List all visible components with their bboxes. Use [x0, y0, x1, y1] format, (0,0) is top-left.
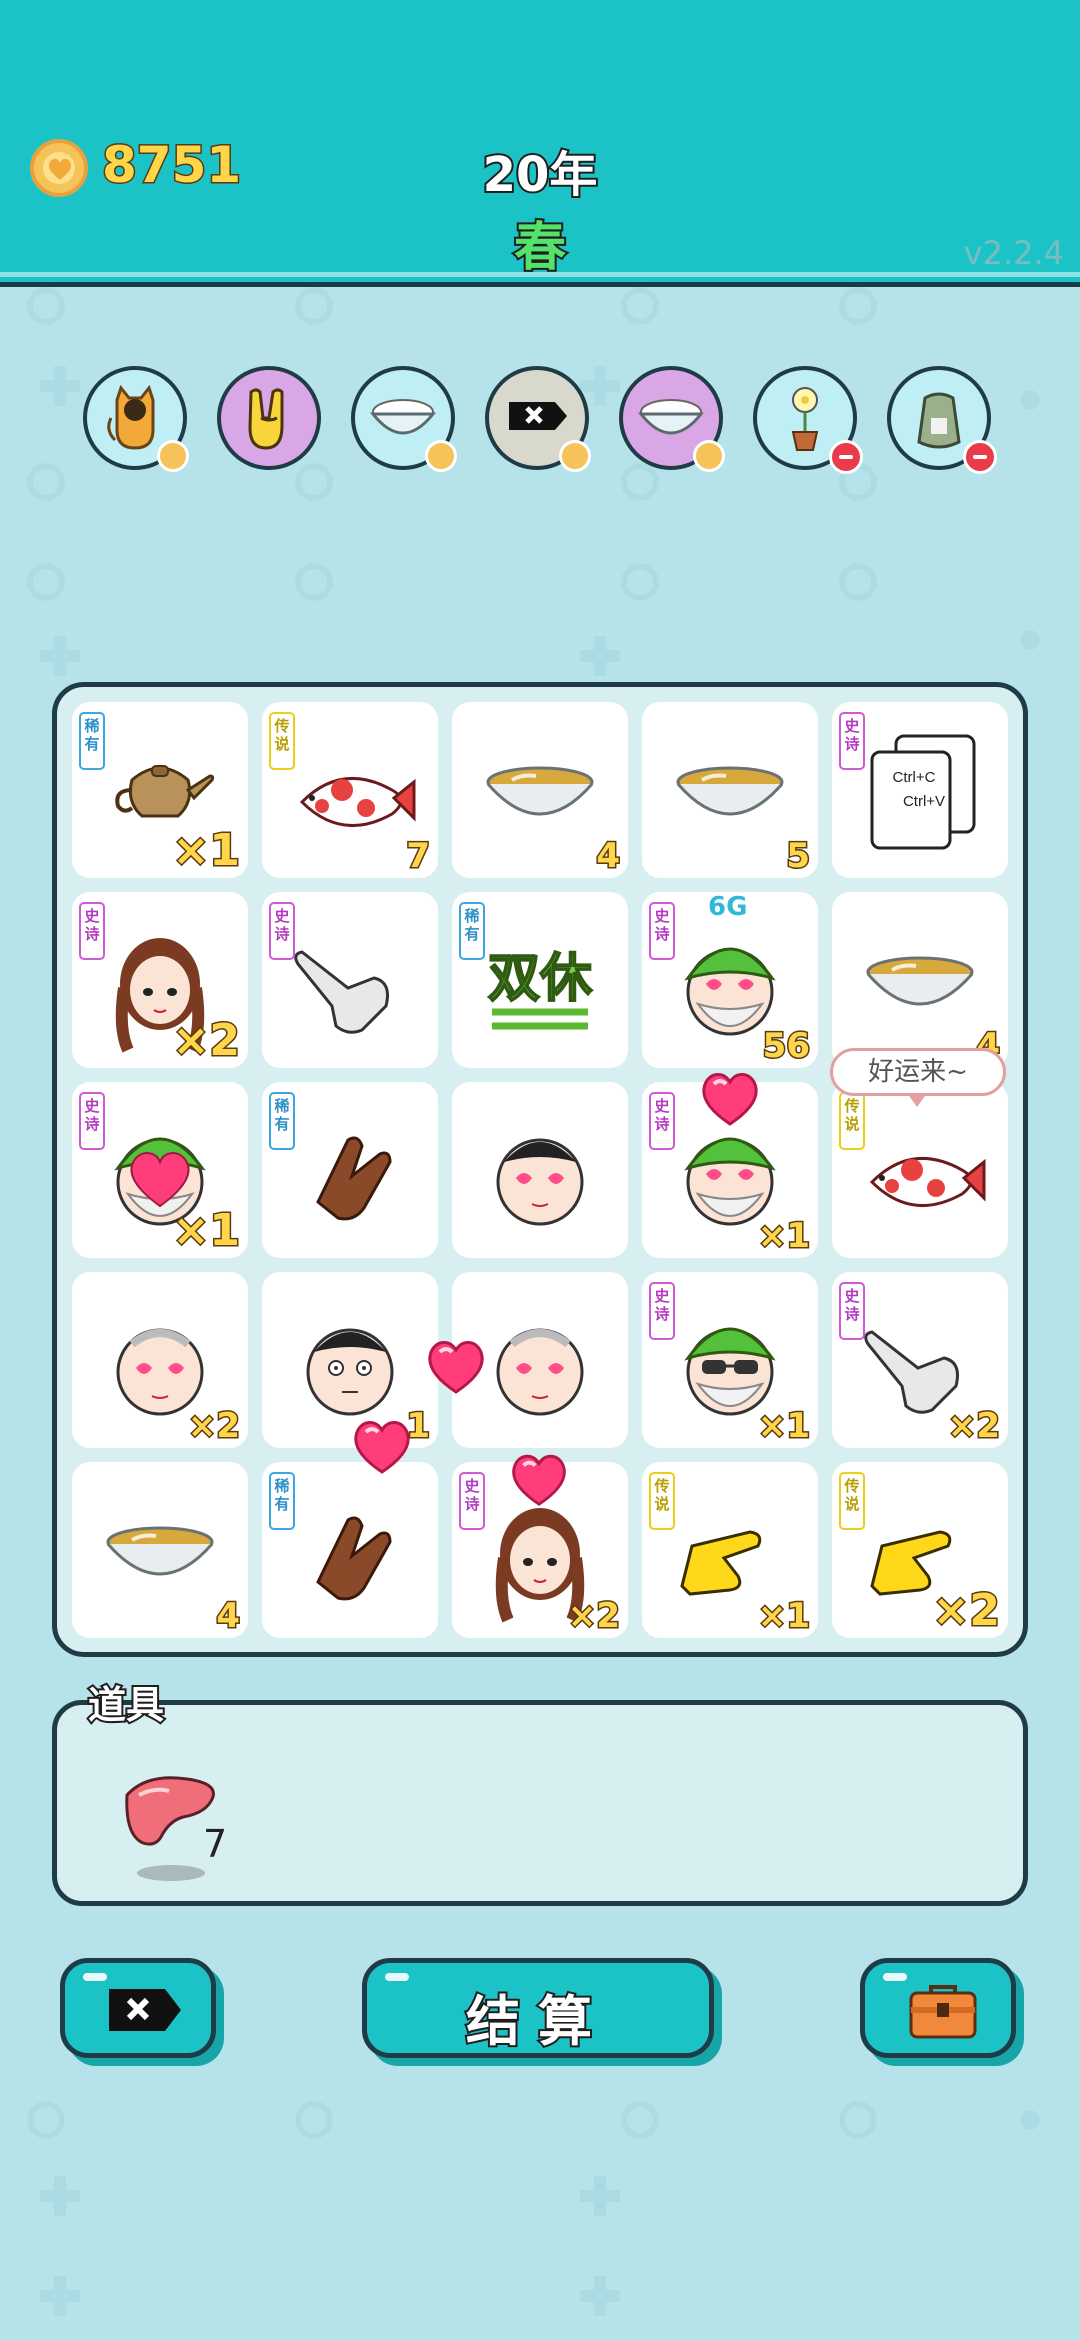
year-label: 20年: [481, 145, 600, 205]
rarity-tag: 稀 有: [79, 712, 105, 770]
item-count: ×1: [171, 824, 242, 878]
board-cell-tea-bowl[interactable]: 4: [452, 702, 628, 878]
version-label: v2.2.4: [963, 234, 1064, 272]
rarity-tag: 传 说: [649, 1472, 675, 1530]
heart-badge-icon: [693, 440, 725, 472]
board-cell-gray-hand-point[interactable]: 史 诗 ×2: [832, 1272, 1008, 1448]
board-cell-green-hat-sunglasses[interactable]: 史 诗 ×1: [642, 1272, 818, 1448]
bald-man-icon: [496, 1138, 584, 1226]
item-count: ×2: [946, 1405, 1001, 1448]
heart-badge-icon: [157, 440, 189, 472]
season-label: 春: [512, 216, 568, 280]
top-item-rice-sack[interactable]: [887, 366, 997, 474]
items-panel: [52, 1700, 1028, 1906]
board-cell-tea-bowl[interactable]: 4: [72, 1462, 248, 1638]
board-cell-brown-hand[interactable]: 稀 有: [262, 1082, 438, 1258]
ctrl-c-label: Ctrl+C: [893, 769, 936, 786]
board-cell-teapot[interactable]: 稀 有 ×1: [72, 702, 248, 878]
item-count: ×1: [756, 1405, 811, 1448]
rock-hand-icon: [248, 388, 284, 450]
tech-label: 6G: [708, 892, 748, 922]
item-count: ×1: [171, 1204, 242, 1258]
top-bar: 8751 20年 春 v2.2.4: [0, 0, 1080, 287]
board-cell-old-man[interactable]: ×2: [72, 1272, 248, 1448]
rarity-tag: 史 诗: [459, 1472, 485, 1530]
top-item-rice-bowl-2[interactable]: [619, 366, 725, 472]
remove-button[interactable]: [60, 1958, 216, 2058]
board-cell-girl-braids[interactable]: 史 诗 ×2: [72, 892, 248, 1068]
rarity-tag: 史 诗: [269, 902, 295, 960]
item-count: ×1: [756, 1595, 811, 1638]
top-item-flower-pot[interactable]: [753, 366, 863, 474]
rarity-tag: 稀 有: [459, 902, 485, 960]
item-count: 4: [595, 835, 622, 878]
board-cell-gray-hand-point[interactable]: 史 诗: [262, 892, 438, 1068]
item-count: ×2: [171, 1014, 242, 1068]
items-title: 道具: [86, 1681, 166, 1729]
top-item-delete-card[interactable]: [485, 366, 591, 472]
rarity-tag: 稀 有: [269, 1472, 295, 1530]
rarity-tag: 史 诗: [839, 712, 865, 770]
board-cell-yellow-hand[interactable]: 传 说 ×1: [642, 1462, 818, 1638]
rarity-tag: 传 说: [269, 712, 295, 770]
liver-count: 7: [203, 1822, 228, 1866]
settle-button[interactable]: 结算: [362, 1958, 714, 2058]
board-cell-tea-bowl[interactable]: 4: [832, 892, 1008, 1068]
rarity-tag: 传 说: [839, 1092, 865, 1150]
board-cell-yellow-hand[interactable]: 传 说 ×2: [832, 1462, 1008, 1638]
board-cell-ctrl-c-ctrl-v[interactable]: Ctrl+C Ctrl+V 史 诗: [832, 702, 1008, 878]
item-count: 4: [215, 1595, 242, 1638]
board-cell-green-hat-man[interactable]: 史 诗 56 6G: [642, 892, 818, 1068]
board-cell-bald-man[interactable]: [452, 1082, 628, 1258]
ctrl-v-label: Ctrl+V: [903, 793, 945, 810]
board-cell-green-hat-man-heart[interactable]: 史 诗 ×1: [72, 1082, 248, 1258]
rarity-tag: 稀 有: [269, 1092, 295, 1150]
heart-badge-icon: [559, 440, 591, 472]
item-count: ×2: [566, 1595, 621, 1638]
rarity-tag: 史 诗: [79, 1092, 105, 1150]
item-count: 7: [405, 835, 432, 878]
top-item-cat[interactable]: [83, 366, 189, 472]
item-count: ×1: [756, 1215, 811, 1258]
rarity-tag: 史 诗: [649, 1282, 675, 1340]
board-cell-tea-bowl[interactable]: 5: [642, 702, 818, 878]
top-item-rice-bowl[interactable]: [351, 366, 457, 472]
rarity-tag: 史 诗: [839, 1282, 865, 1340]
floating-heart-icon: [428, 1341, 484, 1394]
remove-badge-icon[interactable]: [963, 440, 997, 474]
double-rest-label: 双休: [488, 949, 593, 1009]
item-count: ×2: [186, 1405, 241, 1448]
rarity-tag: 史 诗: [79, 902, 105, 960]
board-cell-brown-hand[interactable]: 稀 有: [262, 1462, 438, 1638]
delete-tag-icon: [109, 1989, 181, 2031]
item-count: ×2: [931, 1584, 1002, 1638]
floating-heart-icon: [354, 1421, 410, 1474]
remove-badge-icon[interactable]: [829, 440, 863, 474]
speech-bubble: 好运来~: [830, 1048, 1006, 1107]
heart-badge-icon: [425, 440, 457, 472]
board-cell-double-rest[interactable]: 双休稀 有: [452, 892, 628, 1068]
backpack-button[interactable]: [860, 1958, 1016, 2058]
item-count: 56: [761, 1025, 811, 1068]
settle-button-label: 结算: [464, 1988, 610, 2055]
briefcase-icon: [909, 1985, 977, 2039]
floating-heart-icon: [512, 1454, 566, 1506]
rarity-tag: 史 诗: [649, 902, 675, 960]
rarity-tag: 史 诗: [649, 1092, 675, 1150]
top-item-rock-hand[interactable]: [217, 366, 321, 470]
floating-heart-icon: [702, 1073, 758, 1126]
rarity-tag: 传 说: [839, 1472, 865, 1530]
board-cell-koi-fish[interactable]: 传 说: [832, 1082, 1008, 1258]
item-count: 5: [785, 835, 812, 878]
board-cell-koi-fish[interactable]: 传 说 7: [262, 702, 438, 878]
